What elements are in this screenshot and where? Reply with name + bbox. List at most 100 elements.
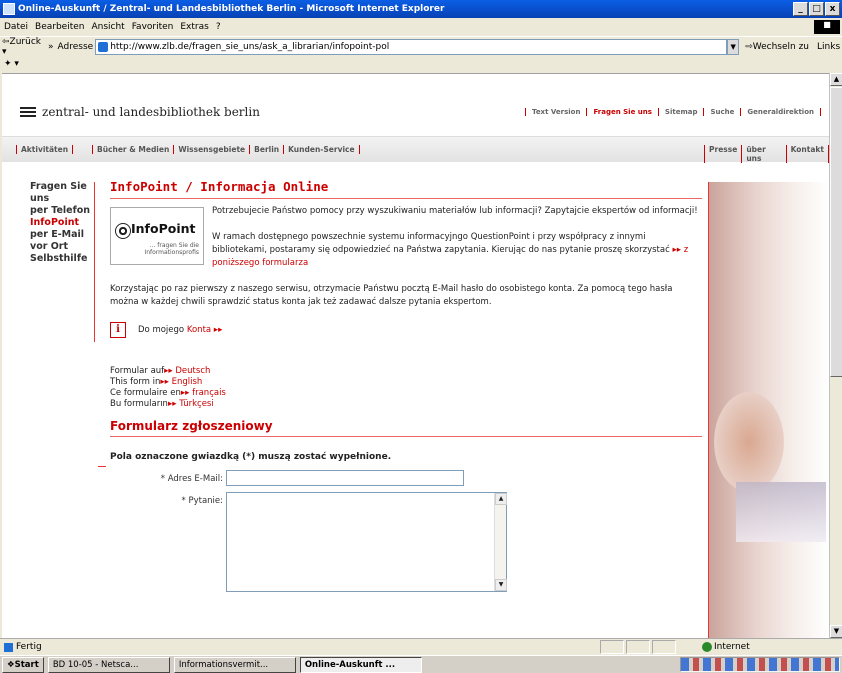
- sitenav-aktivitaeten[interactable]: Aktivitäten: [16, 145, 74, 154]
- language-links: Formular auf▸▸ Deutsch This form in▸▸ En…: [110, 366, 702, 410]
- address-field[interactable]: http://www.zlb.de/fragen_sie_uns/ask_a_l…: [95, 38, 728, 55]
- status-pane: [600, 640, 624, 654]
- language-row-en: This form in▸▸ English: [110, 377, 702, 388]
- status-text: Fertig: [4, 639, 42, 655]
- site-header: zentral- und landesbibliothek berlin Tex…: [2, 74, 829, 129]
- status-bar: Fertig Internet: [0, 638, 842, 655]
- windows-flag-icon: ❖: [7, 659, 15, 670]
- email-field[interactable]: [226, 470, 464, 486]
- back-button[interactable]: ⇦Zurück ▾: [2, 37, 48, 57]
- photo-keyboard: [736, 482, 826, 542]
- security-zone: Internet: [700, 639, 750, 655]
- windows-logo-icon: ■: [814, 20, 840, 34]
- infopoint-logo: InfoPoint ... fragen Sie die Information…: [110, 207, 204, 265]
- language-link-deutsch[interactable]: ▸▸ Deutsch: [164, 366, 210, 376]
- topnav-generaldirektion[interactable]: Generaldirektion: [740, 108, 821, 116]
- scroll-up-icon[interactable]: ▲: [495, 493, 507, 505]
- menu-extras[interactable]: Extras: [180, 18, 208, 36]
- taskbar: ❖Start BD 10-05 - Netsca... Informations…: [0, 655, 842, 673]
- window-controls: _ □ x: [793, 2, 840, 16]
- maximize-button[interactable]: □: [809, 2, 824, 16]
- taskbar-item-ie[interactable]: Online-Auskunft ...: [299, 656, 422, 673]
- scroll-thumb[interactable]: [830, 87, 842, 377]
- section-tick: [98, 466, 106, 467]
- go-button[interactable]: ⇨Wechseln zu: [745, 42, 809, 52]
- ie-icon: [3, 3, 15, 15]
- sitenav-ueber-uns[interactable]: über uns: [741, 145, 785, 163]
- menu-favoriten[interactable]: Favoriten: [132, 18, 174, 36]
- intro-paragraph-2-text: W ramach dostępnego powszechnie systemu …: [212, 232, 670, 255]
- address-toolbar: ⇦Zurück ▾ » Adresse http://www.zlb.de/fr…: [0, 36, 842, 57]
- title-bar: Online-Auskunft / Zentral- und Landesbib…: [0, 0, 842, 18]
- globe-icon: [115, 223, 131, 239]
- taskbar-item-netscape[interactable]: BD 10-05 - Netsca...: [47, 656, 170, 673]
- start-button[interactable]: ❖Start: [2, 656, 44, 673]
- toolbar-chevron-icon[interactable]: »: [48, 42, 54, 52]
- status-panes: [600, 640, 678, 654]
- required-note: Pola oznaczone gwiazdką (*) muszą zostać…: [110, 452, 392, 462]
- topnav-suche[interactable]: Suche: [703, 108, 740, 116]
- minimize-button[interactable]: _: [793, 2, 808, 16]
- photo-divider: [708, 182, 709, 638]
- address-label: Adresse: [57, 41, 94, 52]
- taskbar-item-word[interactable]: Informationsvermit...: [173, 656, 296, 673]
- top-navigation: Text Version Fragen Sie uns Sitemap Such…: [524, 108, 821, 116]
- scroll-down-icon[interactable]: ▼: [495, 579, 507, 591]
- language-text-de: Formular auf: [110, 366, 165, 376]
- scroll-down-button[interactable]: ▼: [830, 625, 842, 638]
- menu-help[interactable]: ?: [216, 18, 221, 36]
- system-tray[interactable]: [680, 657, 840, 672]
- leftnav-infopoint[interactable]: InfoPoint: [30, 217, 94, 229]
- sitenav-kontakt[interactable]: Kontakt: [785, 145, 829, 163]
- account-row: i Do mojego Konta ▸▸: [110, 322, 702, 338]
- links-bar: ✦ ▾: [0, 56, 842, 72]
- menu-bearbeiten[interactable]: Bearbeiten: [35, 18, 84, 36]
- sitenav-presse[interactable]: Presse: [704, 145, 741, 163]
- leftnav-per-email[interactable]: per E-Mail: [30, 229, 94, 241]
- left-navigation: Fragen Sie uns per Telefon InfoPoint per…: [30, 181, 94, 265]
- sitenav-buecher-medien[interactable]: Bücher & Medien: [92, 145, 173, 154]
- decorative-photo: [708, 182, 829, 638]
- info-icon: i: [110, 322, 126, 338]
- language-text-fr: Ce formulaire en: [110, 388, 181, 398]
- address-dropdown-button[interactable]: ▼: [727, 38, 740, 55]
- language-text-tr: Bu formuların: [110, 399, 168, 409]
- page-viewport: zentral- und landesbibliothek berlin Tex…: [2, 73, 829, 638]
- account-line: Do mojego Konta ▸▸: [138, 324, 222, 337]
- logo-bars-icon: [20, 107, 36, 117]
- account-text: Do mojego: [138, 324, 185, 335]
- browser-window: Online-Auskunft / Zentral- und Landesbib…: [0, 0, 842, 673]
- site-navigation: Aktivitäten Bücher & Medien Wissensgebie…: [2, 136, 829, 163]
- infopoint-logo-subtitle: ... fragen Sie die Informationsprofis: [144, 242, 199, 256]
- site-logo[interactable]: zentral- und landesbibliothek berlin: [42, 105, 260, 119]
- language-text-en: This form in: [110, 377, 161, 387]
- language-link-francais[interactable]: ▸▸ français: [181, 388, 226, 398]
- textarea-scrollbar[interactable]: ▲ ▼: [494, 493, 507, 591]
- language-link-english[interactable]: ▸▸ English: [160, 377, 202, 387]
- leftnav-selbsthilfe[interactable]: Selbsthilfe: [30, 253, 94, 265]
- links-button[interactable]: Links: [817, 42, 840, 52]
- question-row: * Pytanie: ▲ ▼: [110, 492, 702, 592]
- topnav-text-version[interactable]: Text Version: [524, 108, 586, 116]
- page-scrollbar[interactable]: ▲ ▼: [829, 73, 842, 638]
- language-row-tr: Bu formuların▸▸ Türkçesi: [110, 399, 702, 410]
- leftnav-fragen-sie-uns[interactable]: Fragen Sie uns: [30, 181, 94, 205]
- menu-ansicht[interactable]: Ansicht: [91, 18, 124, 36]
- infopoint-logo-name: InfoPoint: [131, 221, 196, 236]
- menu-datei[interactable]: Datei: [4, 18, 28, 36]
- topnav-fragen-sie-uns[interactable]: Fragen Sie uns: [586, 108, 657, 116]
- account-link[interactable]: Konta ▸▸: [187, 325, 223, 335]
- question-textarea[interactable]: ▲ ▼: [226, 492, 507, 592]
- sitenav-kunden-service[interactable]: Kunden-Service: [283, 145, 360, 154]
- close-button[interactable]: x: [825, 2, 840, 16]
- leftnav-vor-ort[interactable]: vor Ort: [30, 241, 94, 253]
- leftnav-per-telefon[interactable]: per Telefon: [30, 205, 94, 217]
- address-url: http://www.zlb.de/fragen_sie_uns/ask_a_l…: [110, 41, 390, 52]
- topnav-sitemap[interactable]: Sitemap: [657, 108, 704, 116]
- favorites-icon[interactable]: ✦ ▾: [4, 59, 19, 69]
- language-row-fr: Ce formulaire en▸▸ français: [110, 388, 702, 399]
- sitenav-berlin[interactable]: Berlin: [249, 145, 283, 154]
- language-link-turkce[interactable]: ▸▸ Türkçesi: [168, 399, 214, 409]
- scroll-up-button[interactable]: ▲: [830, 73, 842, 86]
- sitenav-wissensgebiete[interactable]: Wissensgebiete: [173, 145, 249, 154]
